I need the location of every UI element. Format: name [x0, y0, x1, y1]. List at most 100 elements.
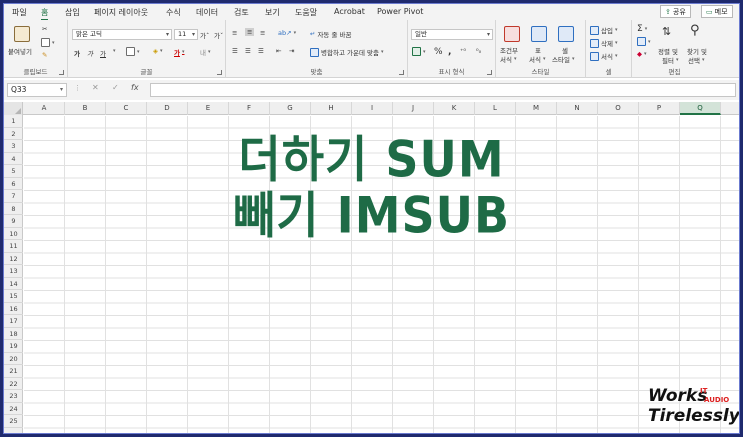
alignment-launcher-icon[interactable] — [399, 70, 404, 75]
tab-formulas[interactable]: 수식 — [166, 7, 181, 18]
tab-page-layout[interactable]: 페이지 레이아웃 — [94, 7, 148, 18]
cell-styles-label-2[interactable]: 스타일 ▾ — [552, 54, 574, 64]
border-icon[interactable]: ▾ — [126, 47, 140, 56]
column-header[interactable]: K — [434, 102, 475, 115]
find-select-icon[interactable]: ⚲ — [690, 23, 700, 38]
tab-review[interactable]: 검토 — [234, 7, 249, 18]
decrease-indent-icon[interactable]: ⇤ — [276, 47, 281, 55]
insert-function-icon[interactable]: fx — [131, 83, 139, 92]
underline-dropdown-icon[interactable]: ▾ — [113, 48, 116, 54]
italic-icon[interactable]: 가 — [87, 48, 93, 58]
row-header[interactable]: 15 — [4, 290, 23, 303]
conditional-format-icon[interactable] — [504, 26, 520, 42]
column-header[interactable]: C — [106, 102, 147, 115]
column-header[interactable]: N — [557, 102, 598, 115]
row-header[interactable]: 14 — [4, 278, 23, 290]
row-header[interactable]: 13 — [4, 265, 23, 278]
row-header[interactable]: 22 — [4, 378, 23, 390]
row-header[interactable]: 23 — [4, 390, 23, 403]
number-launcher-icon[interactable] — [487, 70, 492, 75]
cell-styles-icon[interactable] — [558, 26, 574, 42]
comma-icon[interactable]: , — [448, 47, 451, 57]
merge-center-button[interactable]: 병합하고 가운데 맞춤 ▾ — [310, 47, 383, 57]
conditional-format-label-2[interactable]: 서식 ▾ — [500, 54, 516, 64]
column-header[interactable]: L — [475, 102, 516, 115]
enter-formula-icon[interactable]: ✓ — [112, 83, 119, 92]
increase-indent-icon[interactable]: ⇥ — [289, 47, 294, 55]
column-header[interactable]: G — [270, 102, 311, 115]
name-box-dropdown-icon[interactable]: ▾ — [60, 84, 63, 96]
column-header[interactable]: M — [516, 102, 557, 115]
accounting-icon[interactable]: ▾ — [412, 47, 426, 56]
comments-button[interactable]: ▭ 메모 — [701, 5, 733, 18]
underline-icon[interactable]: 가 — [100, 48, 106, 58]
number-format-dropdown[interactable]: 일반 — [411, 29, 493, 40]
align-middle-icon[interactable]: ≡ — [245, 28, 255, 36]
decrease-font-icon[interactable]: 가ˇ — [214, 30, 223, 40]
delete-cells-button[interactable]: 삭제 ▾ — [590, 38, 617, 48]
row-header[interactable]: 21 — [4, 365, 23, 378]
column-header[interactable]: J — [393, 102, 434, 115]
format-as-table-icon[interactable] — [531, 26, 547, 42]
font-size-dropdown[interactable]: 11 — [174, 29, 198, 40]
paste-button[interactable]: 붙여넣기 — [8, 46, 32, 56]
formula-bar-grip-icon[interactable]: ⋮ — [74, 84, 81, 92]
formula-input[interactable] — [150, 83, 736, 97]
row-header[interactable]: 24 — [4, 403, 23, 415]
percent-icon[interactable]: % — [434, 47, 443, 57]
align-right-icon[interactable]: ☰ — [258, 47, 264, 55]
font-name-dropdown[interactable]: 맑은 고딕 — [72, 29, 172, 40]
tab-file[interactable]: 파일 — [12, 7, 27, 18]
column-header[interactable]: B — [65, 102, 106, 115]
share-button[interactable]: ⇪ 공유 — [660, 5, 691, 18]
column-header[interactable]: A — [24, 102, 65, 115]
row-header[interactable]: 25 — [4, 415, 23, 428]
align-center-icon[interactable]: ☰ — [245, 47, 251, 55]
tab-insert[interactable]: 삽입 — [65, 7, 80, 18]
sort-filter-label-2[interactable]: 필터 ▾ — [662, 55, 678, 65]
name-box[interactable]: Q33 ▾ — [7, 83, 67, 97]
tab-view[interactable]: 보기 — [265, 7, 280, 18]
insert-cells-button[interactable]: 삽입 ▾ — [590, 25, 617, 35]
clipboard-launcher-icon[interactable] — [59, 70, 64, 75]
row-header[interactable]: 17 — [4, 315, 23, 328]
tab-help[interactable]: 도움말 — [295, 7, 317, 18]
column-header[interactable]: Q — [680, 102, 721, 115]
autosum-icon[interactable]: Σ ▾ — [637, 24, 647, 34]
tab-power-pivot[interactable]: Power Pivot — [377, 7, 423, 16]
column-header[interactable]: F — [229, 102, 270, 115]
phonetic-icon[interactable]: 내 ▾ — [200, 47, 211, 57]
fill-icon[interactable]: ▾ — [637, 37, 651, 46]
font-color-icon[interactable]: 가 ▾ — [174, 47, 185, 57]
tab-home[interactable]: 홈 — [41, 7, 49, 21]
row-header[interactable]: 16 — [4, 303, 23, 315]
increase-font-icon[interactable]: 가ˆ — [200, 30, 209, 40]
format-cells-button[interactable]: 서식 ▾ — [590, 51, 617, 61]
column-header[interactable]: P — [639, 102, 680, 115]
select-all-button[interactable] — [4, 102, 23, 115]
increase-decimal-icon[interactable]: ⁺⁰ — [460, 47, 466, 55]
tab-data[interactable]: 데이터 — [196, 7, 218, 18]
wrap-text-button[interactable]: ↵ 자동 줄 바꿈 — [310, 29, 352, 39]
copy-icon[interactable]: ▾ — [41, 38, 55, 47]
row-header[interactable]: 12 — [4, 253, 23, 265]
sort-filter-icon[interactable]: ⇅ — [662, 25, 671, 38]
fill-color-icon[interactable]: ◈ ▾ — [153, 47, 163, 55]
clear-icon[interactable]: ◆ ▾ — [637, 50, 647, 58]
align-left-icon[interactable]: ☰ — [232, 47, 238, 55]
column-header[interactable]: O — [598, 102, 639, 115]
format-as-table-label-2[interactable]: 서식 ▾ — [529, 54, 545, 64]
paste-icon[interactable] — [14, 26, 30, 42]
row-header[interactable]: 19 — [4, 340, 23, 353]
format-painter-icon[interactable]: ✎ — [42, 51, 47, 59]
font-launcher-icon[interactable] — [217, 70, 222, 75]
tab-acrobat[interactable]: Acrobat — [334, 7, 365, 16]
row-header[interactable]: 20 — [4, 353, 23, 365]
column-header[interactable]: I — [352, 102, 393, 115]
orientation-icon[interactable]: ab↗ ▾ — [278, 29, 296, 37]
align-bottom-icon[interactable]: ≡ — [260, 29, 265, 37]
find-select-label-2[interactable]: 선택 ▾ — [688, 55, 704, 65]
cut-icon[interactable]: ✂ — [42, 25, 47, 33]
column-header[interactable]: D — [147, 102, 188, 115]
row-header[interactable]: 18 — [4, 328, 23, 340]
